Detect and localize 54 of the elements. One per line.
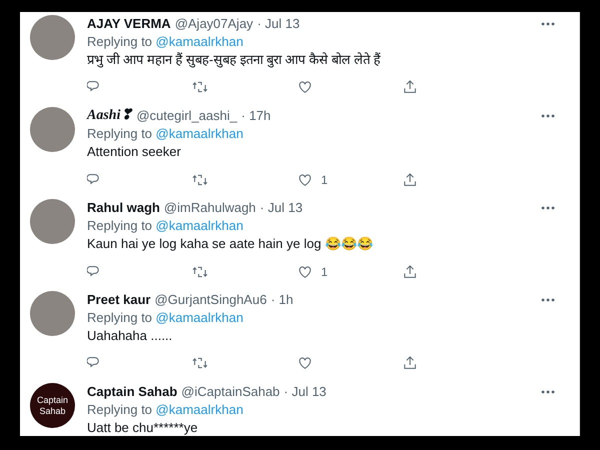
more-icon[interactable] xyxy=(541,206,555,210)
tweet-text: Uahahaha ...... xyxy=(87,327,174,345)
avatar-placeholder xyxy=(30,199,75,244)
user-handle: @cutegirl_aashi_ xyxy=(136,107,238,125)
tweet-text: Kaun hai ye log kaha se aate hain ye log 😂😂😂 xyxy=(87,235,374,253)
heart-icon[interactable] xyxy=(297,355,313,371)
share-icon[interactable] xyxy=(402,264,418,280)
mention-link[interactable]: @kamaalrkhan xyxy=(156,126,244,141)
user-handle: @iCaptainSahab xyxy=(181,383,280,401)
retweet-icon[interactable] xyxy=(192,355,208,371)
user-name: Aashi❣ xyxy=(87,107,132,125)
more-icon[interactable] xyxy=(541,22,555,26)
user-name: AJAY VERMA xyxy=(87,15,171,33)
more-icon[interactable] xyxy=(541,114,555,118)
mention-link[interactable]: @kamaalrkhan xyxy=(156,402,244,417)
heart-icon[interactable] xyxy=(297,79,313,95)
tweet-time: · 17h xyxy=(241,107,271,125)
mention-link[interactable]: @kamaalrkhan xyxy=(156,218,244,233)
tweet-text: प्रभु जी आप महान हैं सुबह-सुबह इतना बुरा आप कैसे बोल लेते हैं xyxy=(87,51,382,69)
share-icon[interactable] xyxy=(402,172,418,188)
replying-label: Replying to xyxy=(87,310,152,325)
user-name: Rahul wagh xyxy=(87,199,160,217)
tweet-time: · 1h xyxy=(270,291,294,309)
replying-label: Replying to xyxy=(87,34,152,49)
mention-link[interactable]: @kamaalrkhan xyxy=(156,34,244,49)
like-count: 1 xyxy=(321,172,328,189)
avatar-placeholder xyxy=(30,107,75,152)
like-count: 1 xyxy=(321,264,328,281)
mention-link[interactable]: @kamaalrkhan xyxy=(156,310,244,325)
user-name: Preet kaur xyxy=(87,291,151,309)
avatar-placeholder xyxy=(30,291,75,336)
retweet-icon[interactable] xyxy=(192,264,208,280)
user-handle: @GurjantSinghAu6 xyxy=(154,291,267,309)
tweet-text: Uatt be chu******ye xyxy=(87,419,199,436)
tweet-time: · Jul 13 xyxy=(257,15,300,33)
user-handle: @imRahulwagh xyxy=(164,199,256,217)
user-name: Captain Sahab xyxy=(87,383,178,401)
retweet-icon[interactable] xyxy=(192,79,208,95)
more-icon[interactable] xyxy=(541,390,555,394)
share-icon[interactable] xyxy=(402,355,418,371)
heart-icon[interactable] xyxy=(297,264,313,280)
tweet-time: · Jul 13 xyxy=(260,199,303,217)
more-icon[interactable] xyxy=(541,298,555,302)
avatar-logo: Captain Sahab xyxy=(30,383,75,428)
retweet-icon[interactable] xyxy=(192,172,208,188)
tweet-time: · Jul 13 xyxy=(284,383,326,401)
heart-icon[interactable] xyxy=(297,172,313,188)
replying-label: Replying to xyxy=(87,218,152,233)
avatar-placeholder xyxy=(30,15,75,60)
replying-label: Replying to xyxy=(87,126,152,141)
tweet-text: Attention seeker xyxy=(87,143,182,161)
share-icon[interactable] xyxy=(402,79,418,95)
user-handle: @Ajay07Ajay xyxy=(174,15,254,33)
replying-label: Replying to xyxy=(87,402,152,417)
